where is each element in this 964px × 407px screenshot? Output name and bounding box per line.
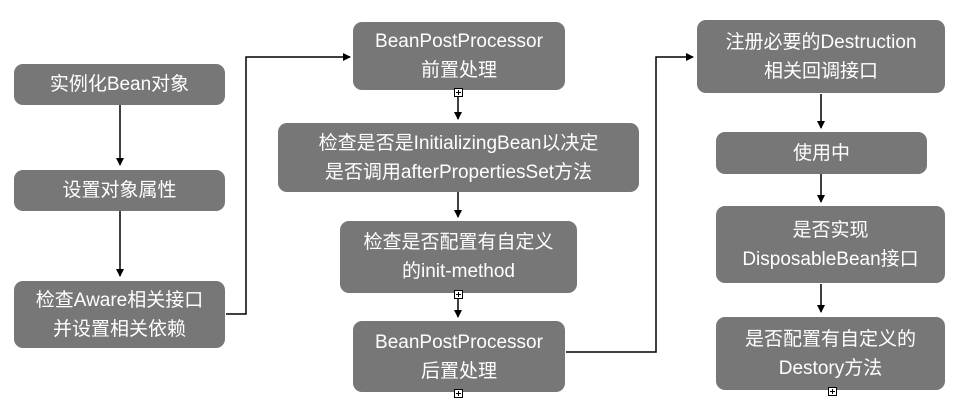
node-label: 实例化Bean对象 <box>49 74 190 95</box>
node-disposable-bean: 是否实现 DisposableBean接口 <box>716 206 945 283</box>
node-label: 前置处理 <box>420 60 497 81</box>
node-label: 检查Aware相关接口 <box>35 289 204 311</box>
expand-icon[interactable] <box>828 387 837 396</box>
node-init-method: 检查是否配置有自定义 的init-method <box>340 221 577 293</box>
node-label: 的init-method <box>402 261 515 282</box>
node-label: 设置对象属性 <box>62 180 177 201</box>
expand-icon[interactable] <box>454 290 463 299</box>
node-set-properties: 设置对象属性 <box>14 170 225 211</box>
node-bpp-before: BeanPostProcessor 前置处理 <box>353 22 565 90</box>
node-register-destruction: 注册必要的Destruction 相关回调接口 <box>697 20 945 93</box>
node-label: DisposableBean接口 <box>742 248 919 270</box>
node-in-use: 使用中 <box>716 132 927 174</box>
node-instantiate-bean: 实例化Bean对象 <box>14 64 225 105</box>
node-bpp-after: BeanPostProcessor 后置处理 <box>353 321 565 392</box>
node-label: BeanPostProcessor <box>375 331 543 353</box>
node-label: 检查是否是InitializingBean以决定 <box>318 132 599 154</box>
expand-icon[interactable] <box>454 88 463 97</box>
node-label: 是否调用afterPropertiesSet方法 <box>324 161 593 183</box>
node-initializing-bean: 检查是否是InitializingBean以决定 是否调用afterProper… <box>278 123 639 192</box>
node-label: 是否实现 <box>792 219 869 241</box>
node-label: BeanPostProcessor <box>375 31 543 52</box>
node-label: 相关回调接口 <box>763 60 878 82</box>
node-destroy-method: 是否配置有自定义的 Destory方法 <box>716 317 945 390</box>
node-label: 使用中 <box>792 142 850 164</box>
node-aware-interfaces: 检查Aware相关接口 并设置相关依赖 <box>14 281 225 348</box>
expand-icon[interactable] <box>454 389 463 398</box>
node-label: 注册必要的Destruction <box>725 31 917 53</box>
node-label: 检查是否配置有自定义 <box>363 232 554 253</box>
node-label: 是否配置有自定义的 <box>744 328 916 350</box>
node-label: 并设置相关依赖 <box>52 318 186 340</box>
arrow-bpp-after-to-register <box>566 53 694 353</box>
node-label: 后置处理 <box>420 360 497 382</box>
node-label: Destory方法 <box>778 357 883 379</box>
